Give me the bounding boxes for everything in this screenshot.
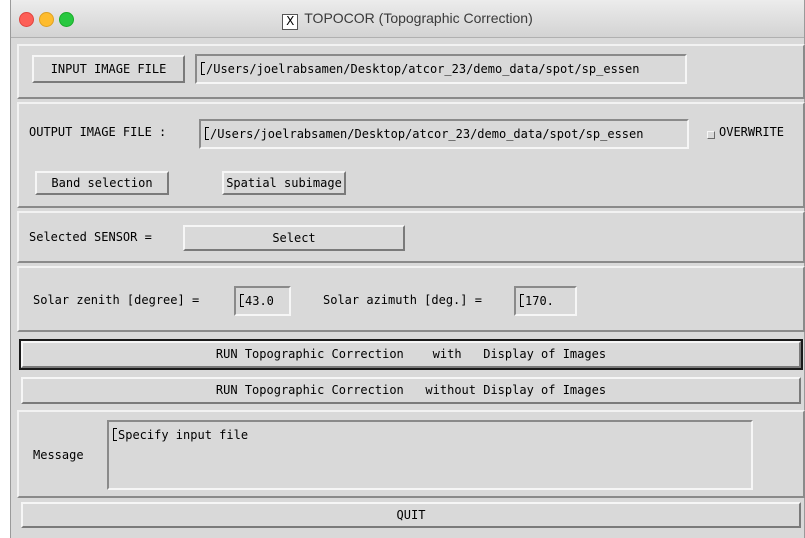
text-cursor-icon <box>240 294 244 307</box>
overwrite-checkbox[interactable] <box>707 131 715 139</box>
topocor-window: X TOPOCOR (Topographic Correction) INPUT … <box>10 0 805 538</box>
input-path-field[interactable]: /Users/joelrabsamen/Desktop/atcor_23/dem… <box>195 54 687 84</box>
message-textarea[interactable]: Specify input file <box>107 420 753 490</box>
title-bar[interactable]: X TOPOCOR (Topographic Correction) <box>11 0 804 38</box>
run-with-display-label: RUN Topographic Correction with Display … <box>215 347 607 361</box>
text-cursor-icon <box>520 294 524 307</box>
output-image-file-label: OUTPUT IMAGE FILE : <box>29 125 167 139</box>
select-sensor-button[interactable]: Select <box>183 225 405 251</box>
window-title: X TOPOCOR (Topographic Correction) <box>11 10 804 30</box>
input-path-text: /Users/joelrabsamen/Desktop/atcor_23/dem… <box>206 62 640 76</box>
selected-sensor-label: Selected SENSOR = <box>29 230 152 244</box>
overwrite-label: OVERWRITE <box>719 125 785 139</box>
output-path-text: /Users/joelrabsamen/Desktop/atcor_23/dem… <box>210 127 644 141</box>
input-image-file-button[interactable]: INPUT IMAGE FILE <box>32 55 185 83</box>
x11-icon: X <box>282 14 299 30</box>
output-path-field[interactable]: /Users/joelrabsamen/Desktop/atcor_23/dem… <box>199 119 689 149</box>
text-cursor-icon <box>205 127 209 140</box>
output-panel: OUTPUT IMAGE FILE : /Users/joelrabsamen/… <box>17 102 805 208</box>
text-cursor-icon <box>113 428 117 441</box>
solar-azimuth-value: 170. <box>525 294 554 308</box>
sensor-panel: Selected SENSOR = Select <box>17 211 805 263</box>
message-text: Specify input file <box>118 428 249 442</box>
run-without-display-label: RUN Topographic Correction without Displ… <box>215 383 607 397</box>
band-selection-button[interactable]: Band selection <box>35 171 169 195</box>
window-title-text: TOPOCOR (Topographic Correction) <box>304 10 533 26</box>
message-label: Message <box>33 448 84 462</box>
solar-zenith-label: Solar zenith [degree] = <box>33 293 200 307</box>
solar-azimuth-label: Solar azimuth [deg.] = <box>323 293 482 307</box>
text-cursor-icon <box>201 62 205 75</box>
solar-azimuth-field[interactable]: 170. <box>514 286 577 316</box>
quit-button[interactable]: QUIT <box>21 502 801 528</box>
run-with-display-button[interactable]: RUN Topographic Correction with Display … <box>19 339 803 370</box>
solar-zenith-value: 43.0 <box>245 294 274 308</box>
run-without-display-button[interactable]: RUN Topographic Correction without Displ… <box>21 377 801 404</box>
solar-zenith-field[interactable]: 43.0 <box>234 286 291 316</box>
solar-panel: Solar zenith [degree] = 43.0 Solar azimu… <box>17 266 805 332</box>
message-panel: Message Specify input file <box>17 410 805 498</box>
input-panel: INPUT IMAGE FILE /Users/joelrabsamen/Des… <box>17 44 805 99</box>
spatial-subimage-button[interactable]: Spatial subimage <box>222 171 346 195</box>
